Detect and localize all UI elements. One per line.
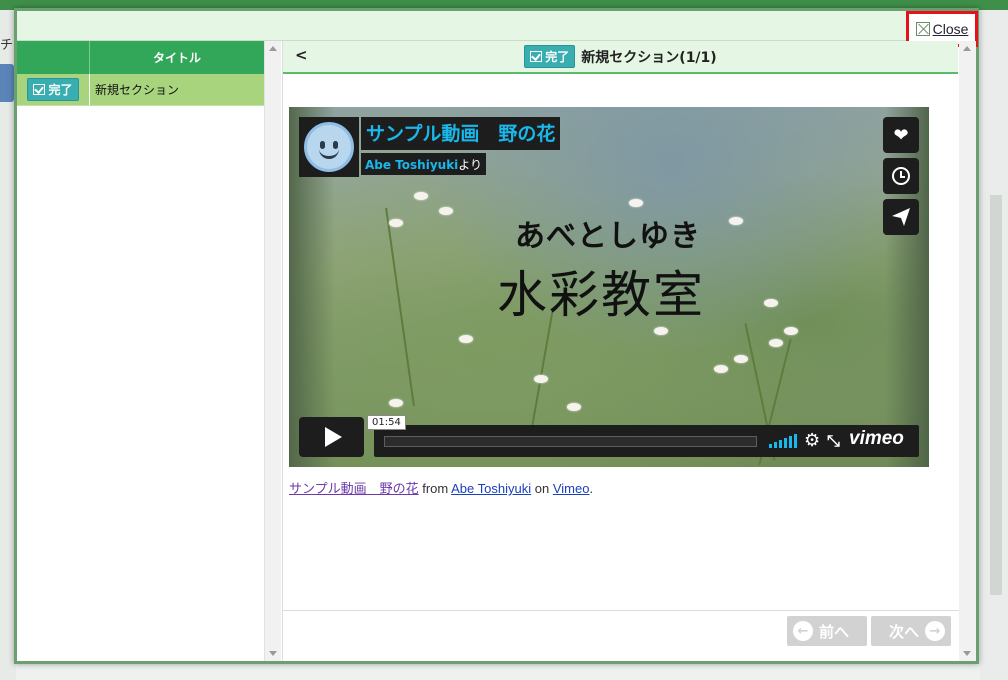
back-button[interactable]: <: [295, 46, 308, 64]
caption-video-link[interactable]: サンプル動画 野の花: [289, 481, 419, 496]
close-icon: [915, 22, 930, 36]
avatar-mouth: [319, 148, 339, 159]
list-scrollbar[interactable]: [265, 41, 281, 661]
content-panel: < 完了 新規セクション(1/1) サンプル動画 野の花 Abe Toshiyu…: [282, 41, 959, 661]
flower: [389, 219, 403, 227]
video-caption: サンプル動画 野の花 from Abe Toshiyuki on Vimeo.: [289, 478, 593, 497]
progress-bar[interactable]: [384, 436, 757, 447]
section-title-cell[interactable]: 新規セクション: [90, 74, 264, 105]
play-button[interactable]: [299, 417, 364, 457]
prev-button[interactable]: ← 前へ: [787, 616, 867, 646]
done-badge-label: 完了: [48, 83, 73, 97]
checkbox-check-icon: [33, 84, 46, 95]
caption-site-link[interactable]: Vimeo: [553, 481, 590, 496]
flower: [439, 207, 453, 215]
flower: [389, 399, 403, 407]
flower: [734, 355, 748, 363]
content-header: < 完了 新規セクション(1/1): [283, 41, 958, 74]
background-text: チ: [0, 38, 14, 53]
background-scrollbar: [990, 195, 1002, 595]
next-label: 次へ: [888, 622, 919, 641]
video-player[interactable]: サンプル動画 野の花 Abe Toshiyukiより ❤ あべとしゆき 水彩教室: [289, 107, 929, 467]
content-footer: ← 前へ 次へ →: [283, 610, 959, 661]
caption-user-link[interactable]: Abe Toshiyuki: [451, 481, 531, 496]
time-tooltip: 01:54: [367, 415, 406, 430]
arrow-right-icon: →: [925, 621, 945, 641]
share-button[interactable]: [883, 199, 919, 235]
poster-title: 水彩教室: [497, 266, 705, 324]
player-controls: ⚙ ⤡ vimeo: [374, 425, 919, 457]
done-badge-label: 完了: [545, 50, 570, 64]
player-modal: Close タイトル 完了 新規セクション < 完了 新規セクション(1/1) …: [14, 8, 979, 664]
scroll-down-icon[interactable]: [269, 651, 277, 656]
arrow-left-icon: ←: [793, 621, 813, 641]
background-button: [0, 64, 14, 102]
play-icon: [325, 427, 342, 447]
done-badge: 完了: [524, 45, 576, 68]
done-badge: 完了: [27, 78, 79, 101]
gear-icon[interactable]: ⚙: [804, 430, 820, 451]
flower: [729, 217, 743, 225]
volume-icon[interactable]: [769, 434, 797, 448]
flower: [764, 299, 778, 307]
avatar[interactable]: [299, 117, 359, 177]
paper-plane-icon: [892, 208, 910, 226]
checkbox-check-icon: [530, 51, 543, 62]
section-list: タイトル 完了 新規セクション: [17, 41, 265, 661]
flower: [784, 327, 798, 335]
caption-from: from: [418, 481, 452, 496]
video-byline: Abe Toshiyukiより: [361, 153, 487, 175]
like-button[interactable]: ❤: [883, 117, 919, 153]
next-button[interactable]: 次へ →: [871, 616, 951, 646]
section-list-row[interactable]: 完了 新規セクション: [17, 74, 264, 106]
caption-on: on: [531, 481, 553, 496]
vimeo-logo[interactable]: vimeo: [849, 428, 904, 450]
caption-end: .: [589, 481, 594, 496]
status-cell: 完了: [17, 74, 90, 105]
flower: [629, 199, 643, 207]
video-title-link[interactable]: サンプル動画 野の花: [361, 117, 561, 150]
flower: [769, 339, 783, 347]
status-column-header: [17, 41, 90, 74]
scroll-up-icon[interactable]: [269, 46, 277, 51]
flower-stem: [385, 207, 415, 407]
flower: [414, 192, 428, 200]
flower: [714, 365, 728, 373]
watch-later-button[interactable]: [883, 158, 919, 194]
flower: [654, 327, 668, 335]
content-scrollbar[interactable]: [959, 41, 976, 661]
clock-icon: [892, 167, 910, 185]
poster-subtitle: あべとしゆき: [515, 219, 701, 254]
title-column-header: タイトル: [152, 51, 201, 65]
flower: [567, 403, 581, 411]
flower: [459, 335, 473, 343]
flower: [534, 375, 548, 383]
heart-icon: ❤: [893, 124, 909, 146]
user-avatar-icon: [304, 122, 354, 172]
prev-label: 前へ: [819, 622, 850, 641]
modal-top-bar: [17, 11, 976, 41]
scroll-down-icon[interactable]: [963, 651, 971, 656]
close-label: Close: [932, 21, 969, 37]
fullscreen-icon[interactable]: ⤡: [827, 431, 840, 451]
byline-suffix: より: [458, 158, 483, 172]
scroll-up-icon[interactable]: [963, 46, 971, 51]
section-title: 新規セクション(1/1): [581, 49, 717, 66]
video-user-link[interactable]: Abe Toshiyuki: [365, 158, 458, 172]
section-list-header: タイトル: [17, 41, 264, 74]
